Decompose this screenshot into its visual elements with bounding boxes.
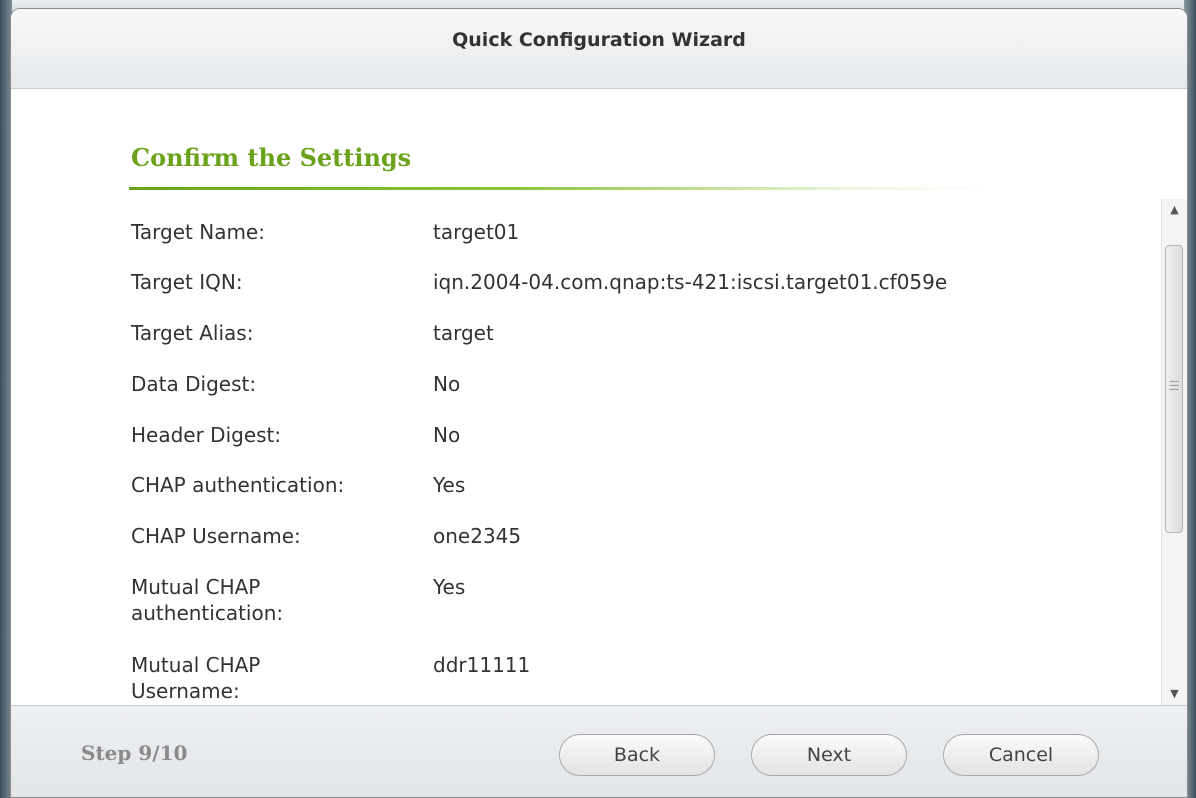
setting-value: target01 xyxy=(433,220,520,244)
setting-label: Target Name: xyxy=(131,220,265,244)
dialog-title: Quick Configuration Wizard xyxy=(11,9,1187,89)
cancel-button[interactable]: Cancel xyxy=(943,734,1099,776)
setting-label: Header Digest: xyxy=(131,423,282,447)
setting-label: Mutual CHAP Username: xyxy=(131,653,261,703)
setting-value: Yes xyxy=(433,473,466,497)
setting-value: No xyxy=(433,372,461,396)
scroll-grip-icon: — — — xyxy=(1169,376,1179,395)
settings-list[interactable]: Target Name: target01 Target IQN: iqn.20… xyxy=(11,199,1187,705)
setting-label: CHAP Username: xyxy=(131,524,301,548)
scroll-up-arrow-icon[interactable]: ▲ xyxy=(1162,199,1187,221)
wizard-footer: Step 9/10 Back Next Cancel xyxy=(11,705,1187,797)
vertical-scrollbar[interactable]: ▲ — — — ▼ xyxy=(1161,199,1187,705)
scrollbar-thumb[interactable]: — — — xyxy=(1165,245,1183,533)
setting-value: ddr11111 xyxy=(433,653,531,677)
setting-label: CHAP authentication: xyxy=(131,473,345,497)
setting-value: iqn.2004-04.com.qnap:ts-421:iscsi.target… xyxy=(433,270,948,294)
heading-divider xyxy=(129,187,989,190)
setting-label: Data Digest: xyxy=(131,372,257,396)
setting-value: No xyxy=(433,423,461,447)
setting-label: Mutual CHAP authentication: xyxy=(131,575,284,625)
next-button[interactable]: Next xyxy=(751,734,907,776)
wizard-dialog: Quick Configuration Wizard Confirm the S… xyxy=(10,8,1188,798)
setting-label: Target IQN: xyxy=(131,270,243,294)
back-button[interactable]: Back xyxy=(559,734,715,776)
setting-value: Yes xyxy=(433,575,466,599)
setting-value: one2345 xyxy=(433,524,522,548)
setting-value: target xyxy=(433,321,494,345)
scroll-down-arrow-icon[interactable]: ▼ xyxy=(1162,683,1187,705)
setting-label: Target Alias: xyxy=(131,321,254,345)
section-heading: Confirm the Settings xyxy=(131,143,412,172)
step-indicator: Step 9/10 xyxy=(81,741,188,765)
